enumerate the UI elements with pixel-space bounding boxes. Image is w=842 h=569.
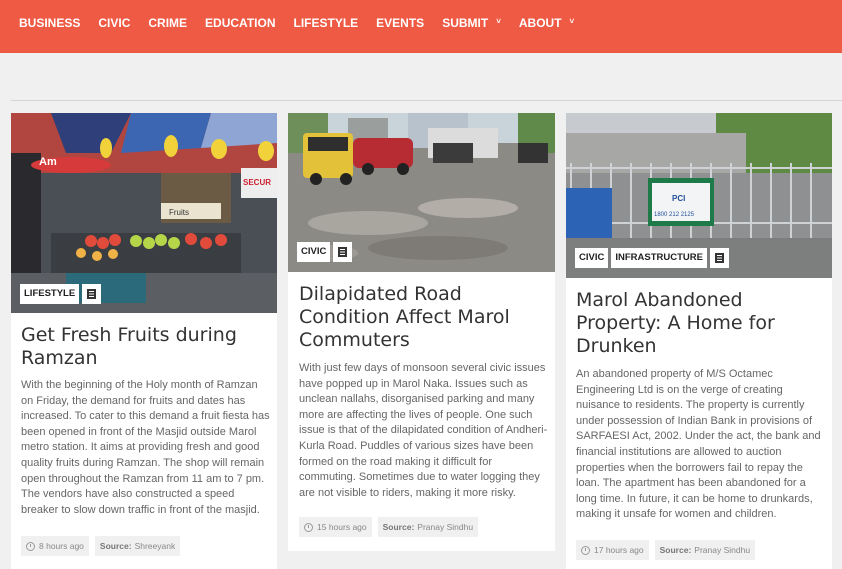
category-tag[interactable]: INFRASTRUCTURE <box>611 248 707 268</box>
clock-icon <box>26 541 35 551</box>
nav-item-crime[interactable]: CRIME <box>148 16 187 30</box>
nav-item-education[interactable]: EDUCATION <box>205 16 275 30</box>
article-title[interactable]: Dilapidated Road Condition Affect Marol … <box>299 283 549 352</box>
article-meta: 17 hours ago Source: Pranay Sindhu <box>576 540 756 560</box>
source-badge: Source: Pranay Sindhu <box>654 540 756 560</box>
image-sign-secur: SECUR <box>243 178 271 187</box>
nav-item-about[interactable]: ABOUT ˅ <box>519 16 574 30</box>
article-card: CIVIC Dilapidated Road Condition Affect … <box>288 113 555 551</box>
source-badge: Source: Shreeyank <box>94 536 181 556</box>
chevron-down-icon: ˅ <box>569 16 575 26</box>
source-badge: Source: Pranay Sindhu <box>377 517 479 537</box>
category-tag[interactable]: CIVIC <box>297 242 331 262</box>
tag-group: CIVIC INFRASTRUCTURE <box>575 248 729 268</box>
post-format-icon[interactable] <box>709 248 729 268</box>
article-card: PCI 1800 212 2125 CIVIC INFRASTRUCTURE M… <box>566 113 832 569</box>
article-title[interactable]: Marol Abandoned Property: A Home for Dru… <box>576 289 826 358</box>
category-tag[interactable]: CIVIC <box>575 248 609 268</box>
clock-icon <box>581 545 590 555</box>
article-excerpt: An abandoned property of M/S Octamec Eng… <box>576 368 821 521</box>
image-sign-pci: PCI <box>672 194 685 203</box>
nav-item-business[interactable]: BUSINESS <box>19 16 80 30</box>
time-badge: 15 hours ago <box>299 517 372 537</box>
image-sign-phone: 1800 212 2125 <box>654 212 695 218</box>
article-meta: 8 hours ago Source: Shreeyank <box>21 536 181 556</box>
nav-item-submit[interactable]: SUBMIT ˅ <box>442 16 501 30</box>
time-badge: 17 hours ago <box>576 540 649 560</box>
image-sign-am: Am <box>39 156 57 168</box>
nav-item-civic[interactable]: CIVIC <box>98 16 130 30</box>
post-format-icon[interactable] <box>333 242 353 262</box>
content-divider <box>11 100 842 101</box>
image-sign-fruits: Fruits <box>169 208 189 217</box>
article-meta: 15 hours ago Source: Pranay Sindhu <box>299 517 479 537</box>
tag-group: CIVIC <box>297 242 353 262</box>
post-format-icon[interactable] <box>82 284 102 304</box>
clock-icon <box>304 522 313 532</box>
time-badge: 8 hours ago <box>21 536 89 556</box>
article-excerpt: With just few days of monsoon several ci… <box>299 362 548 499</box>
article-title[interactable]: Get Fresh Fruits during Ramzan <box>21 324 271 370</box>
top-navigation: BUSINESS CIVIC CRIME EDUCATION LIFESTYLE… <box>0 0 842 53</box>
chevron-down-icon: ˅ <box>496 16 501 26</box>
article-card: Am SECUR Fruits LIFESTYLE Get Fresh Frui… <box>11 113 277 569</box>
tag-group: LIFESTYLE <box>20 284 102 304</box>
category-tag[interactable]: LIFESTYLE <box>20 284 80 304</box>
article-image-fruit-stall[interactable]: Am SECUR Fruits <box>11 113 277 313</box>
nav-item-lifestyle[interactable]: LIFESTYLE <box>294 16 359 30</box>
nav-item-events[interactable]: EVENTS <box>376 16 424 30</box>
article-excerpt: With the beginning of the Holy month of … <box>21 379 270 516</box>
